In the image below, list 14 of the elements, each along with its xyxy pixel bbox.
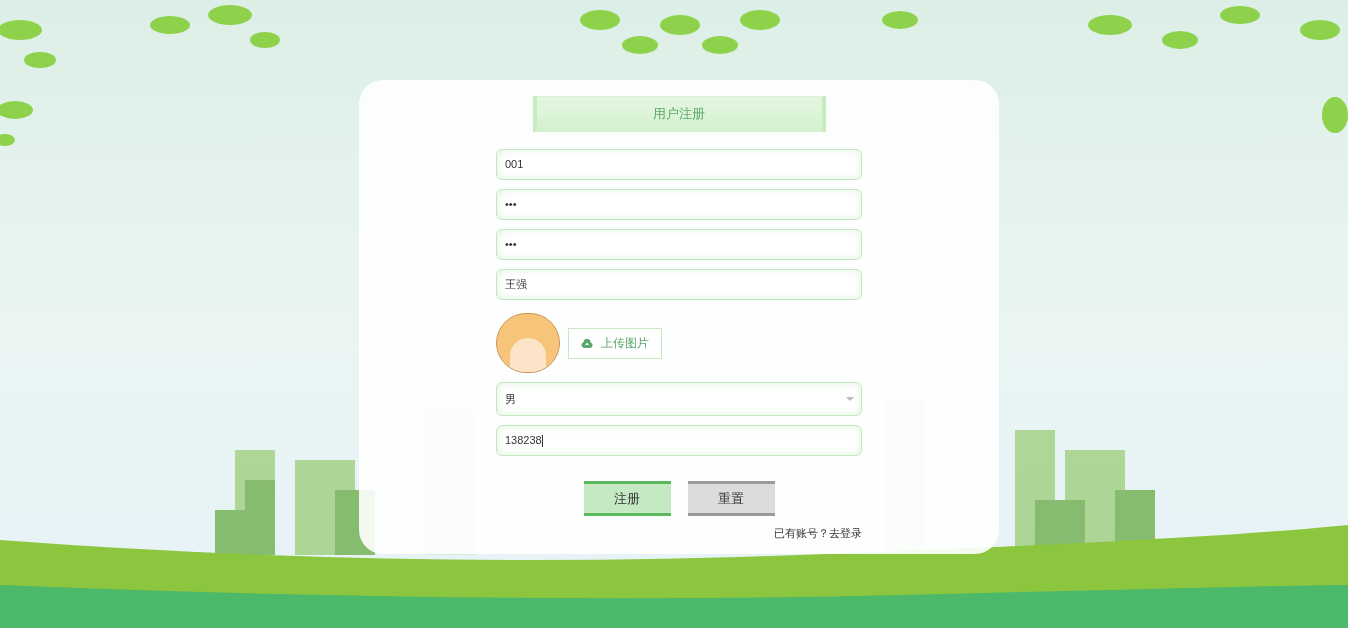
reset-button[interactable]: 重置	[687, 481, 775, 516]
input-field[interactable]: 001	[496, 149, 862, 180]
login-prompt: 已有账号？	[774, 526, 829, 541]
cloud-upload-icon	[581, 338, 593, 348]
gender-select[interactable]: 男	[496, 382, 862, 416]
form-title: 用户注册	[532, 96, 826, 132]
input-field[interactable]: •••	[496, 229, 862, 260]
register-button[interactable]: 注册	[583, 481, 671, 516]
input-field[interactable]: 138238	[496, 425, 862, 456]
input-field[interactable]: •••	[496, 189, 862, 220]
login-link[interactable]: 去登录	[829, 525, 862, 542]
dropdown-caret-icon	[846, 397, 854, 401]
avatar-image	[496, 313, 560, 373]
input-field[interactable]: 王强	[496, 269, 862, 300]
